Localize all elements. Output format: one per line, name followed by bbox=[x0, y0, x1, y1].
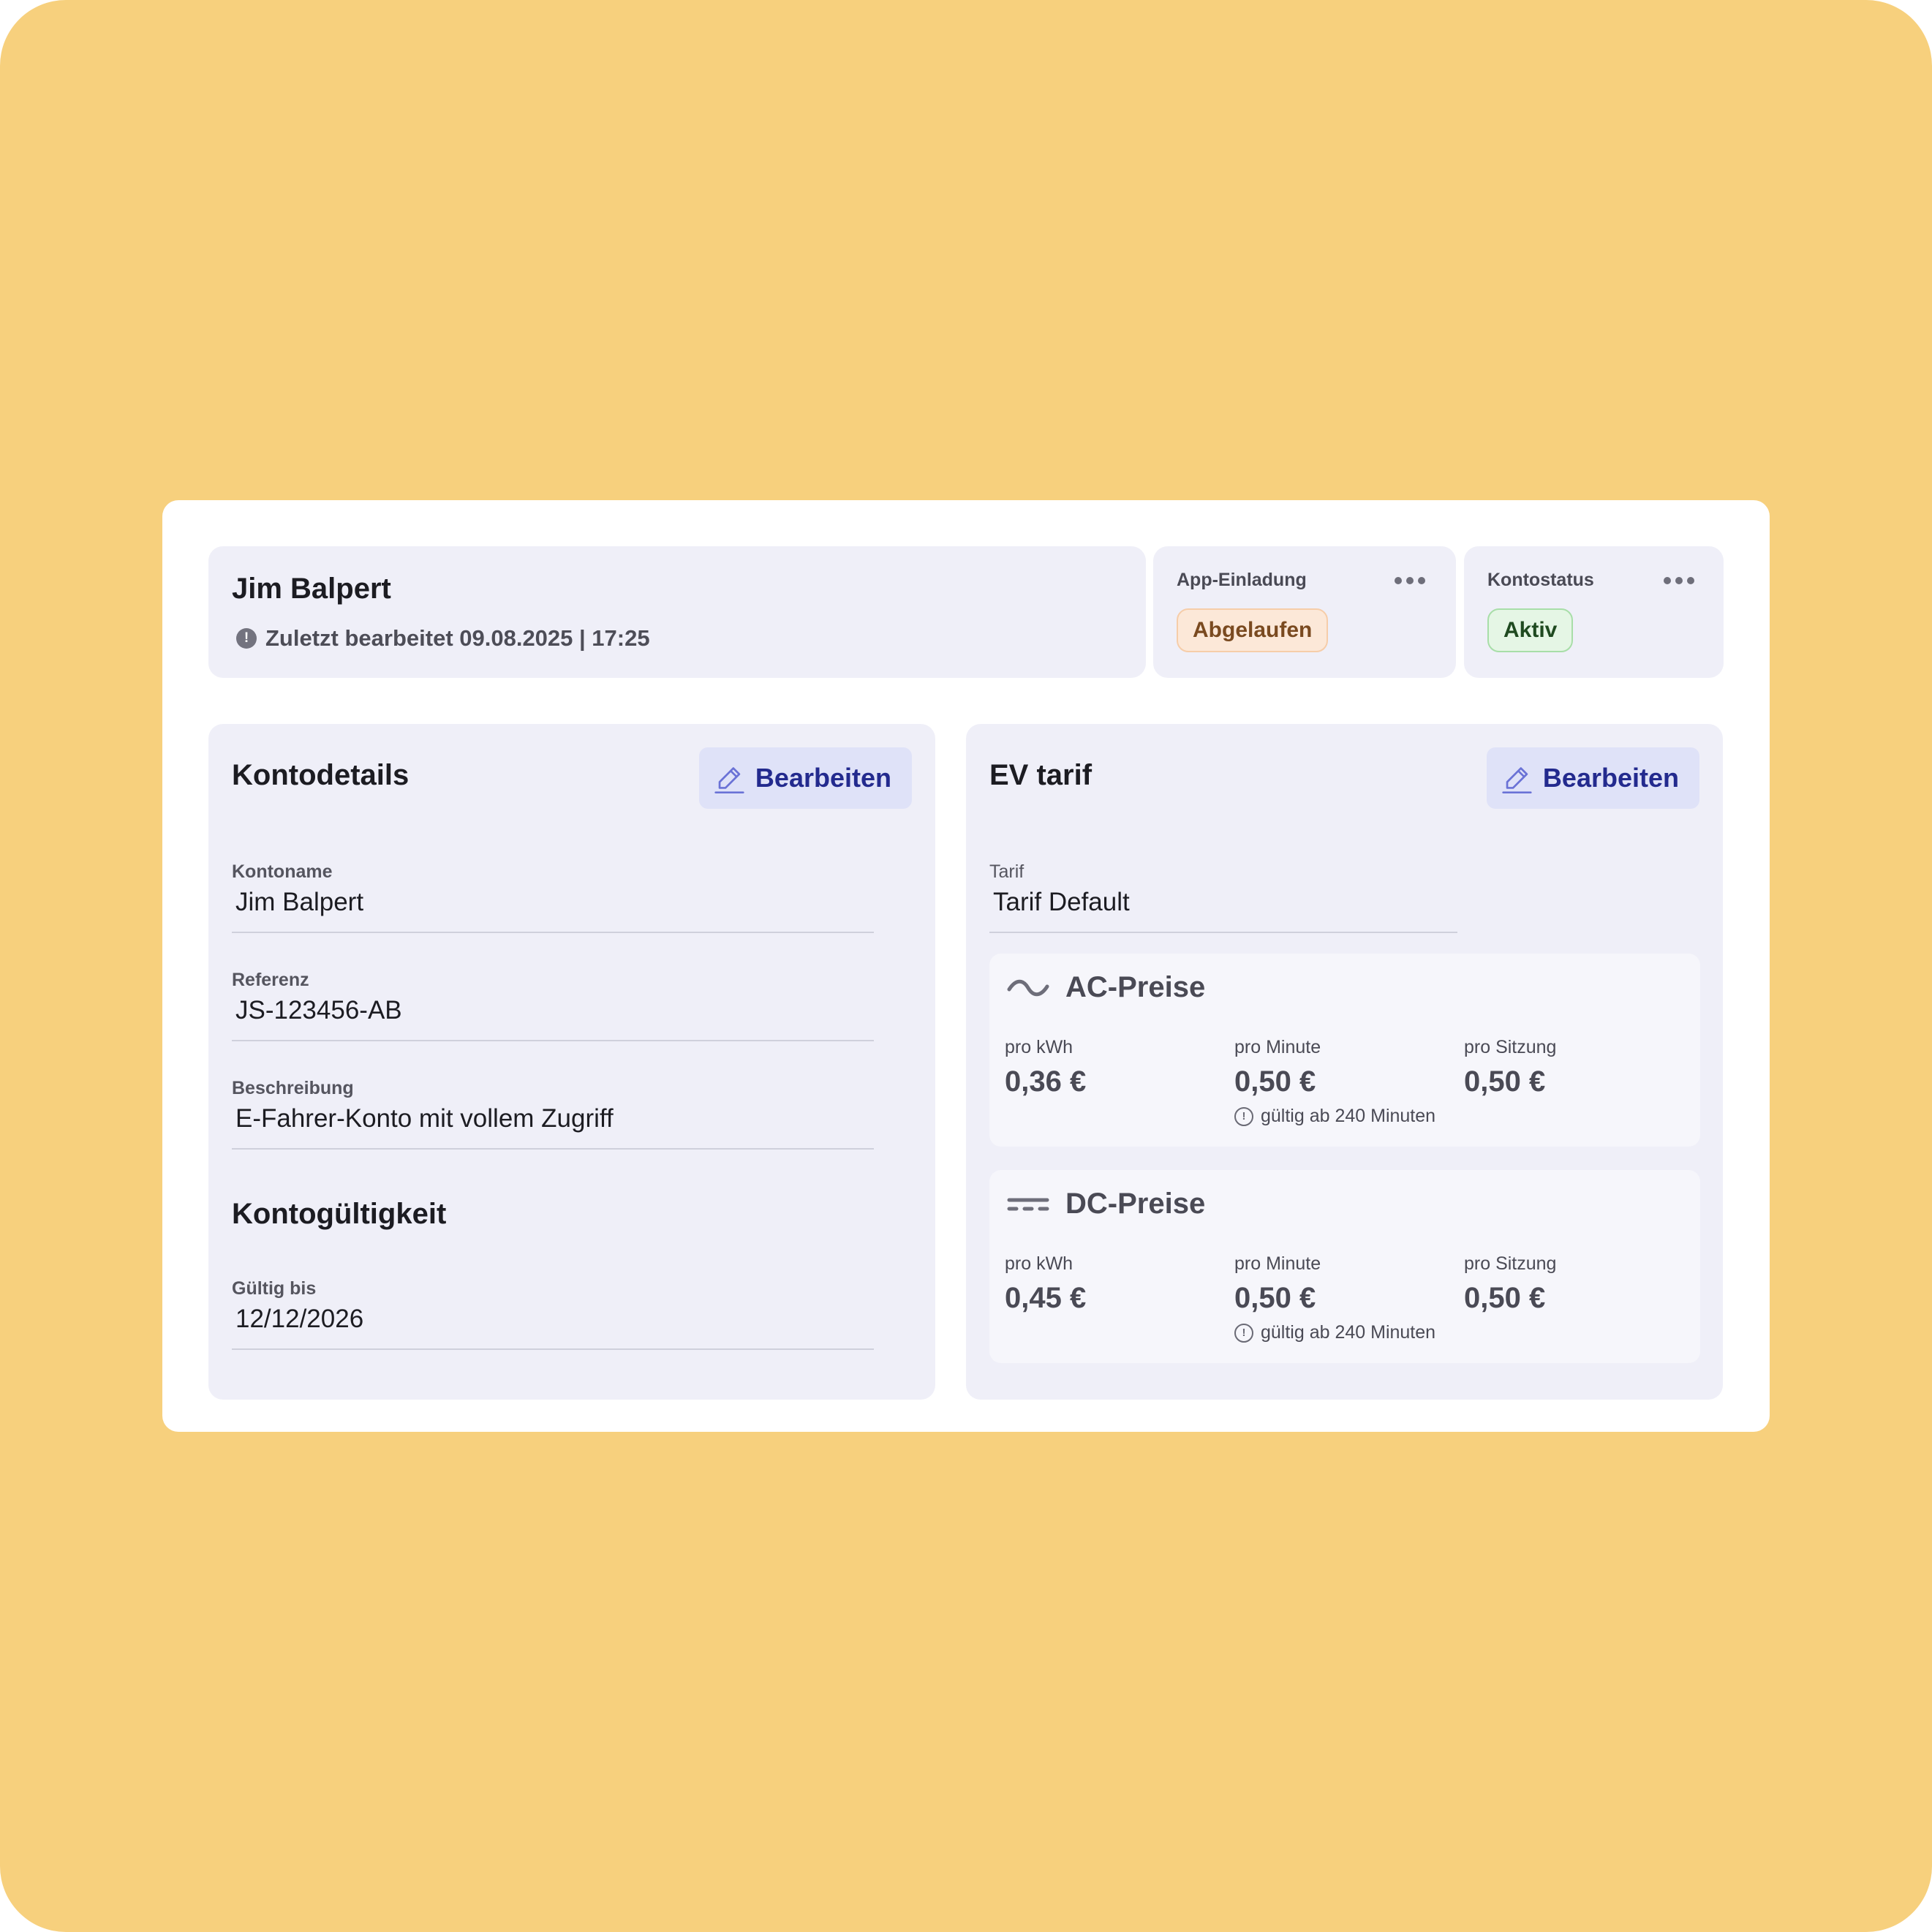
last-edited-text: Zuletzt bearbeitet 09.08.2025 | 17:25 bbox=[265, 625, 650, 651]
ac-per-minute: pro Minute 0,50 € ! gültig ab 240 Minute… bbox=[1234, 1037, 1435, 1127]
price-label: pro Minute bbox=[1234, 1253, 1321, 1274]
account-details-panel: Kontodetails Bearbeiten Kontoname Jim Ba… bbox=[208, 724, 935, 1400]
more-horizontal-icon[interactable] bbox=[1664, 577, 1694, 584]
dc-per-kwh: pro kWh 0,45 € bbox=[1005, 1253, 1086, 1315]
field-value: Jim Balpert bbox=[235, 888, 364, 916]
price-note: ! gültig ab 240 Minuten bbox=[1234, 1106, 1435, 1127]
ev-tariff-title: EV tarif bbox=[989, 759, 1093, 791]
price-value: 0,50 € bbox=[1464, 1282, 1546, 1314]
edit-button-label: Bearbeiten bbox=[755, 763, 891, 793]
clock-icon: ! bbox=[1234, 1106, 1253, 1126]
field-value: 12/12/2026 bbox=[235, 1305, 364, 1333]
price-note-text: gültig ab 240 Minuten bbox=[1261, 1106, 1436, 1126]
field-value: E-Fahrer-Konto mit vollem Zugriff bbox=[235, 1104, 614, 1133]
price-value: 0,50 € bbox=[1234, 1065, 1316, 1098]
ac-wave-icon bbox=[1007, 979, 1049, 996]
ac-prices-header: AC-Preise bbox=[1007, 971, 1205, 1004]
ac-per-kwh: pro kWh 0,36 € bbox=[1005, 1037, 1086, 1098]
dc-lines-icon bbox=[1007, 1198, 1049, 1210]
account-details-title: Kontodetails bbox=[232, 759, 410, 791]
price-value: 0,50 € bbox=[1464, 1065, 1546, 1098]
background-frame: Jim Balpert ! Zuletzt bearbeitet 09.08.2… bbox=[0, 0, 1932, 1932]
dc-per-minute: pro Minute 0,50 € ! gültig ab 240 Minute… bbox=[1234, 1253, 1435, 1343]
price-note: ! gültig ab 240 Minuten bbox=[1234, 1322, 1435, 1343]
account-header: Jim Balpert ! Zuletzt bearbeitet 09.08.2… bbox=[208, 546, 1146, 678]
last-edited-row: ! Zuletzt bearbeitet 09.08.2025 | 17:25 bbox=[236, 625, 650, 652]
pencil-icon bbox=[714, 767, 744, 794]
edit-account-details-button[interactable]: Bearbeiten bbox=[699, 747, 912, 809]
valid-until-field[interactable]: Gültig bis 12/12/2026 bbox=[232, 1278, 874, 1350]
more-horizontal-icon[interactable] bbox=[1395, 577, 1425, 584]
reference-field[interactable]: Referenz JS-123456-AB bbox=[232, 970, 874, 1041]
price-label: pro Sitzung bbox=[1464, 1253, 1557, 1274]
dc-prices-header: DC-Preise bbox=[1007, 1188, 1205, 1220]
field-label: Referenz bbox=[232, 970, 309, 990]
dc-per-session: pro Sitzung 0,50 € bbox=[1464, 1253, 1556, 1315]
description-field[interactable]: Beschreibung E-Fahrer-Konto mit vollem Z… bbox=[232, 1078, 874, 1150]
account-validity-title: Kontogültigkeit bbox=[232, 1198, 447, 1230]
edit-button-label: Bearbeiten bbox=[1542, 763, 1679, 793]
price-value: 0,36 € bbox=[1005, 1065, 1087, 1098]
dc-prices-box: DC-Preise pro kWh 0,45 € pro Minute 0,50… bbox=[989, 1170, 1700, 1363]
app-invite-status-badge: Abgelaufen bbox=[1177, 608, 1329, 652]
pencil-icon bbox=[1502, 767, 1532, 794]
ac-prices-title: AC-Preise bbox=[1065, 971, 1206, 1003]
ev-tariff-panel: EV tarif Bearbeiten Tarif Tarif Default bbox=[966, 724, 1723, 1400]
info-icon: ! bbox=[236, 628, 257, 649]
ac-prices-box: AC-Preise pro kWh 0,36 € pro Minute 0,50… bbox=[989, 954, 1700, 1147]
price-label: pro kWh bbox=[1005, 1253, 1073, 1274]
account-card: Jim Balpert ! Zuletzt bearbeitet 09.08.2… bbox=[162, 500, 1770, 1432]
field-label: Kontoname bbox=[232, 861, 333, 882]
clock-icon: ! bbox=[1234, 1323, 1253, 1343]
price-note-text: gültig ab 240 Minuten bbox=[1261, 1322, 1436, 1343]
account-holder-name: Jim Balpert bbox=[232, 573, 391, 605]
field-value: Tarif Default bbox=[993, 888, 1130, 916]
app-invite-panel: App-Einladung Abgelaufen bbox=[1153, 546, 1456, 678]
field-label: Beschreibung bbox=[232, 1078, 354, 1098]
account-status-panel: Kontostatus Aktiv bbox=[1464, 546, 1724, 678]
field-label: Tarif bbox=[989, 861, 1025, 882]
field-label: Gültig bis bbox=[232, 1278, 317, 1299]
edit-ev-tariff-button[interactable]: Bearbeiten bbox=[1487, 747, 1699, 809]
price-label: pro Sitzung bbox=[1464, 1037, 1557, 1057]
price-value: 0,50 € bbox=[1234, 1282, 1316, 1314]
dc-prices-title: DC-Preise bbox=[1065, 1188, 1206, 1220]
ac-per-session: pro Sitzung 0,50 € bbox=[1464, 1037, 1556, 1098]
account-status-badge: Aktiv bbox=[1487, 608, 1574, 652]
account-status-label: Kontostatus bbox=[1487, 570, 1594, 590]
app-invite-label: App-Einladung bbox=[1177, 570, 1307, 590]
tariff-select-field[interactable]: Tarif Tarif Default bbox=[989, 861, 1457, 933]
price-label: pro kWh bbox=[1005, 1037, 1073, 1057]
price-label: pro Minute bbox=[1234, 1037, 1321, 1057]
price-value: 0,45 € bbox=[1005, 1282, 1087, 1314]
field-value: JS-123456-AB bbox=[235, 996, 402, 1025]
account-name-field[interactable]: Kontoname Jim Balpert bbox=[232, 861, 874, 933]
